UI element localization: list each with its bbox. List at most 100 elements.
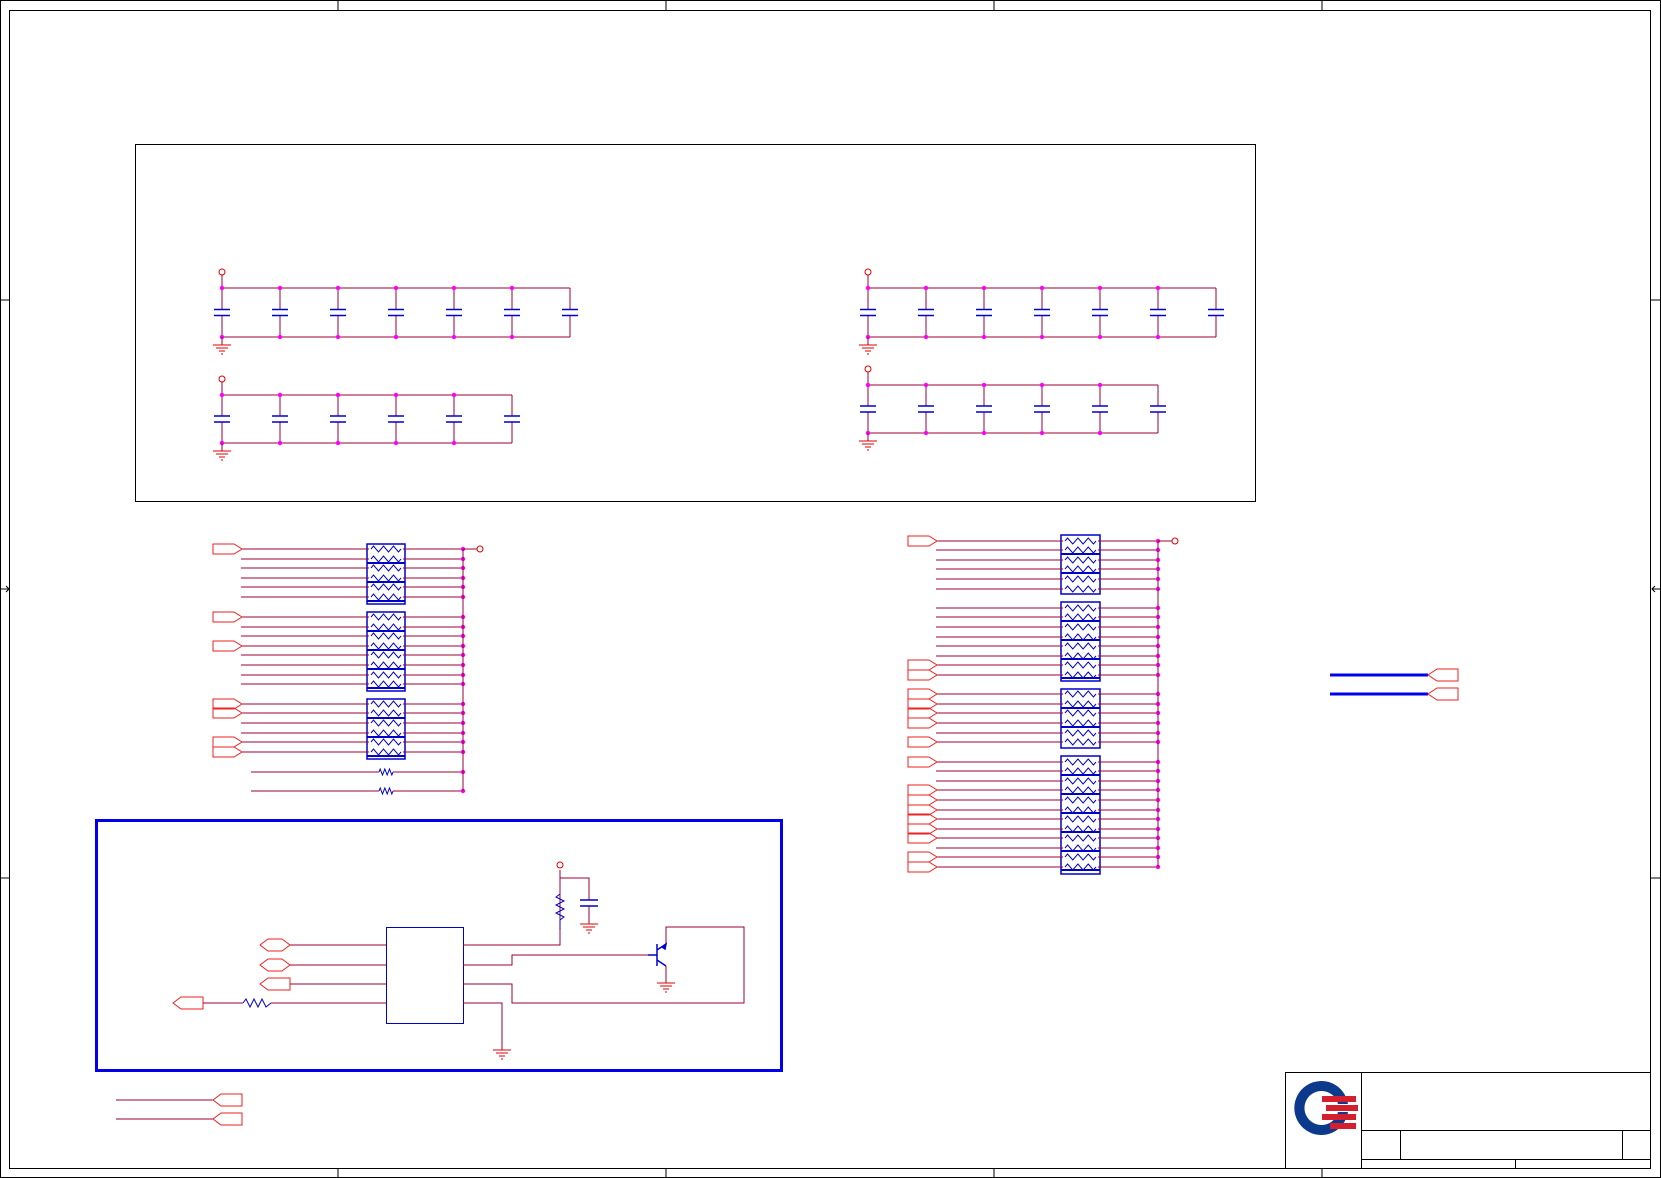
ground-icon (493, 1049, 511, 1060)
junction-dot (335, 334, 341, 340)
ground-icon (657, 982, 675, 993)
junction-dot (1039, 334, 1045, 340)
capacitor-bank (859, 365, 1166, 451)
net-port-icon (907, 861, 938, 873)
net-port-icon (907, 794, 938, 806)
net-port-icon (907, 659, 938, 671)
zone-ticks (1, 1, 1660, 1177)
resistor-icon (370, 632, 402, 640)
junction-dot (219, 392, 225, 398)
resistor-icon (370, 719, 402, 727)
sheet-frame (0, 0, 1661, 1178)
port-in-3 (259, 977, 291, 991)
junction-dot (923, 334, 929, 340)
capacitor-banks (213, 268, 1224, 461)
resistor-icon (370, 613, 402, 621)
junction-dot (1039, 382, 1045, 388)
junction-dot (865, 285, 871, 291)
power-icon (476, 545, 484, 553)
resistor-icon (370, 623, 402, 631)
pullup-resistor-group-right (907, 534, 1179, 875)
net-port-icon (212, 640, 243, 652)
resistor-icon (378, 786, 394, 796)
junction-dot (865, 382, 871, 388)
junction-dot (277, 440, 283, 446)
resistor-icon (370, 748, 402, 756)
resistor-icon (1064, 575, 1097, 583)
port-in-4 (172, 996, 204, 1010)
junction-dot (981, 382, 987, 388)
junction-dot (277, 285, 283, 291)
junction-dot (219, 285, 225, 291)
resistor-icon (370, 555, 402, 563)
resistor-icon (370, 545, 402, 553)
resistor-icon (1064, 738, 1097, 746)
resistor-icon (1064, 661, 1097, 669)
junction-dot (277, 334, 283, 340)
junction-dot (451, 285, 457, 291)
resistor-icon (1064, 604, 1097, 612)
pullup-resistor-group-left (212, 543, 484, 796)
junction-dot (981, 334, 987, 340)
resistor-icon (1064, 565, 1097, 573)
company-logo (1294, 1080, 1358, 1136)
net-port-icon (212, 736, 243, 748)
net-port-icon (907, 784, 938, 796)
junction-dot (981, 430, 987, 436)
resistor-icon (370, 564, 402, 572)
net-port-icon (212, 1093, 243, 1107)
resistor-icon (1064, 758, 1097, 766)
junction-dot (1097, 285, 1103, 291)
junction-dot (1155, 285, 1161, 291)
resistor-icon (1064, 796, 1097, 804)
junction-dot (451, 392, 457, 398)
bus-ports-right (1330, 668, 1459, 701)
resistor-icon (370, 729, 402, 737)
junction-dot (335, 392, 341, 398)
net-port-icon (907, 717, 938, 729)
resistor-icon (378, 767, 394, 777)
junction-dot (277, 392, 283, 398)
junction-dot (335, 285, 341, 291)
net-port-icon (212, 746, 243, 758)
resistor-icon (1064, 546, 1097, 554)
resistor-icon (1064, 613, 1097, 621)
ground-icon (580, 923, 598, 934)
resistor-icon (1064, 709, 1097, 717)
resistor-icon (370, 738, 402, 746)
power-icon (1171, 537, 1179, 545)
resistor-icon (370, 583, 402, 591)
power-icon (556, 861, 564, 869)
power-icon (218, 375, 226, 383)
junction-dot (393, 440, 399, 446)
junction-dot (335, 440, 341, 446)
ic-body (386, 927, 464, 1024)
resistor-icon (370, 651, 402, 659)
resistor-icon (370, 661, 402, 669)
resistor-icon (1064, 585, 1097, 593)
resistor-icon (1064, 642, 1097, 650)
net-port-icon (907, 756, 938, 768)
junction-dot (1097, 334, 1103, 340)
bottom-net-ports (116, 1093, 243, 1126)
resistor-icon (1064, 853, 1097, 861)
net-port-icon (212, 543, 243, 555)
bus-port-2 (1427, 687, 1459, 701)
junction-dot (509, 285, 515, 291)
net-port-icon (212, 611, 243, 623)
junction-dot (923, 430, 929, 436)
capacitor-icon (580, 899, 598, 907)
resistor-icon (242, 997, 272, 1009)
driver-circuit (172, 861, 745, 1060)
resistor-icon (1064, 786, 1097, 794)
net-port-icon (907, 669, 938, 681)
npn-transistor-icon (648, 942, 668, 967)
power-icon (218, 268, 226, 276)
power-icon (864, 268, 872, 276)
net-port-icon (907, 688, 938, 700)
resistor-icon (1064, 767, 1097, 775)
capacitor-bank (213, 268, 578, 355)
resistor-icon (370, 574, 402, 582)
junction-dot (981, 285, 987, 291)
resistor-icon (1064, 729, 1097, 737)
